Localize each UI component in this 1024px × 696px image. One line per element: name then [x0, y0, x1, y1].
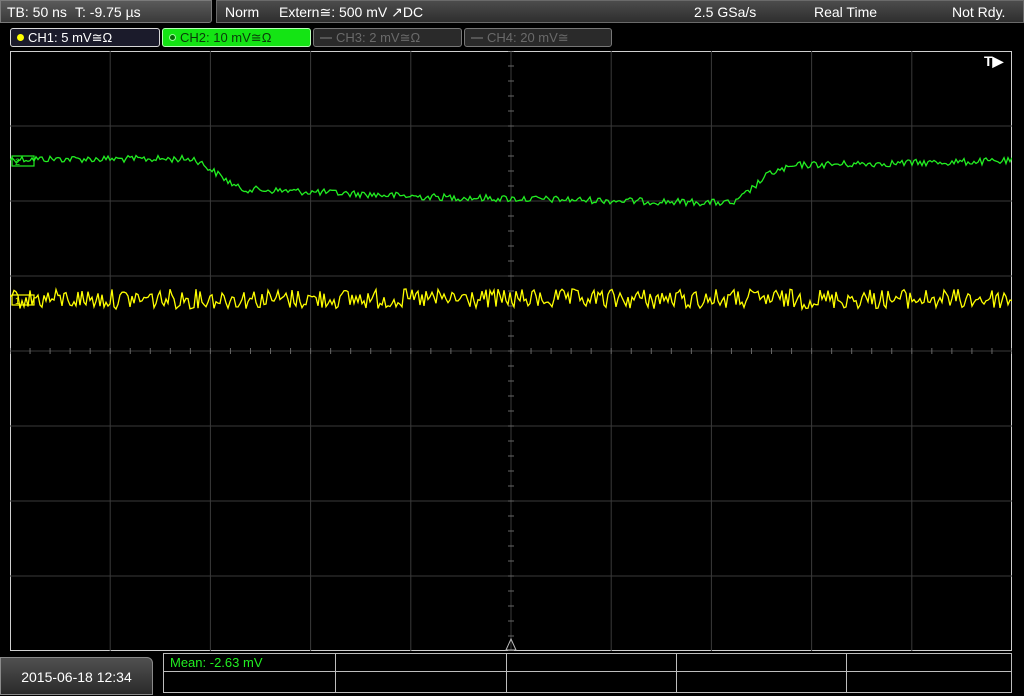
measurement-divider: [846, 654, 847, 692]
mean-measurement: Mean: -2.63 mV: [170, 655, 263, 670]
channel-3-indicator-icon: [320, 37, 332, 39]
trigger-time-label: T: -9.75 µs: [75, 4, 141, 20]
status-bar: TB: 50 ns T: -9.75 µs Norm Extern≅: 500 …: [0, 0, 1024, 25]
measurement-divider: [335, 654, 336, 692]
trigger-source-label: Extern≅: 500 mV ↗DC: [279, 4, 424, 20]
svg-text:2: 2: [15, 157, 20, 167]
channel-1-label: CH1: 5 mV≅Ω: [28, 30, 113, 45]
measurement-divider: [506, 654, 507, 692]
channel-1-indicator-icon: [17, 34, 24, 41]
trigger-marker-icon: T▶: [984, 53, 1004, 69]
channel-4-label: CH4: 20 mV≅: [487, 30, 569, 45]
sample-rate-label: 2.5 GSa/s: [694, 4, 757, 20]
channel-3-tab[interactable]: CH3: 2 mV≅Ω: [313, 28, 462, 47]
timebase-box[interactable]: TB: 50 ns T: -9.75 µs: [0, 0, 212, 23]
channel-2-indicator-icon: [169, 34, 176, 41]
datetime-display: 2015-06-18 12:34: [0, 657, 153, 695]
measurement-divider: [164, 671, 1011, 672]
acquisition-mode-label: Real Time: [814, 4, 878, 20]
measurement-divider: [676, 654, 677, 692]
channel-4-indicator-icon: [471, 37, 483, 39]
trigger-mode-label: Norm: [225, 4, 260, 20]
measurement-panel[interactable]: Mean: -2.63 mV: [163, 653, 1012, 693]
ready-state-label: Not Rdy.: [952, 4, 1006, 20]
channel-2-tab[interactable]: CH2: 10 mV≅Ω: [162, 28, 311, 47]
channel-3-label: CH3: 2 mV≅Ω: [336, 30, 421, 45]
channel-1-tab[interactable]: CH1: 5 mV≅Ω: [10, 28, 160, 47]
timebase-label: TB: 50 ns: [7, 4, 67, 20]
waveform-display[interactable]: 2 1: [10, 51, 1012, 651]
svg-text:1: 1: [15, 296, 20, 306]
waveform-canvas: 2 1: [10, 51, 1012, 651]
channel-2-label: CH2: 10 mV≅Ω: [180, 30, 272, 45]
channel-4-tab[interactable]: CH4: 20 mV≅: [464, 28, 612, 47]
trigger-box[interactable]: Norm Extern≅: 500 mV ↗DC 2.5 GSa/s Real …: [216, 0, 1024, 23]
